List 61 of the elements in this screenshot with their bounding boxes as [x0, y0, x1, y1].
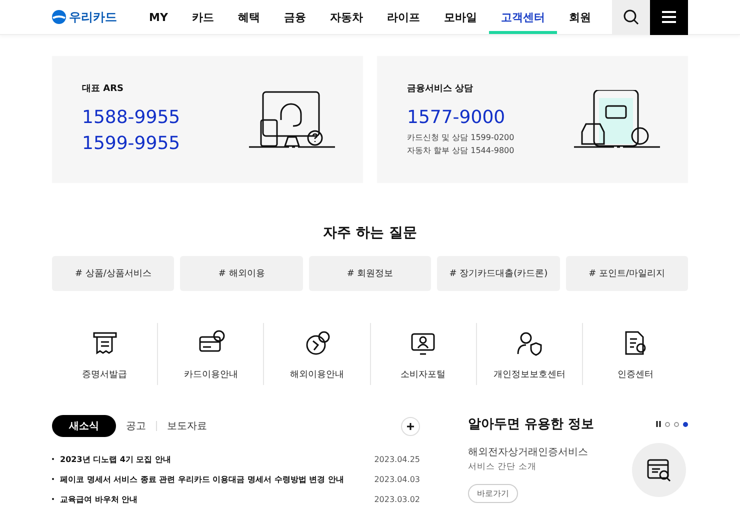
search-button[interactable] [612, 0, 650, 34]
quick-link-label: 증명서발급 [82, 369, 128, 381]
quick-link[interactable]: 해외이용안내 [263, 323, 370, 385]
menu-icon [662, 11, 676, 23]
news-date: 2023.04.25 [374, 454, 420, 464]
detail-text: 자동차 할부 상담 1544-9800 [407, 145, 514, 157]
nav-item[interactable]: 자동차 [318, 0, 375, 34]
phone-number: 1588-9955 [82, 106, 180, 130]
phone-number: 1599-9955 [82, 132, 180, 156]
news-link[interactable]: 페이코 명세서 서비스 종료 관련 우리카드 이용대금 명세서 수령방법 변경 안내 [60, 474, 344, 484]
card-title: 대표 ARS [82, 83, 125, 95]
news-link[interactable]: 2023년 디노랩 4기 모집 안내 [60, 454, 171, 464]
info-title: 해외전자상거래인증서비스 [468, 446, 588, 459]
logo-text: 우리카드 [69, 8, 117, 26]
news-tab[interactable]: 새소식 [52, 415, 116, 437]
faq-tag[interactable]: # 상품/상품서비스 [52, 256, 174, 291]
quick-link[interactable]: 카드이용안내 [157, 323, 264, 385]
logo-icon [52, 10, 66, 24]
go-button[interactable]: 바로가기 [468, 484, 518, 503]
quick-link[interactable]: 증명서발급 [52, 323, 158, 385]
faq-tag[interactable]: # 장기카드대출(카드론) [437, 256, 560, 291]
news-tab[interactable]: 보도자료 [157, 415, 217, 437]
news-date: 2023.04.03 [374, 474, 420, 484]
nav-item[interactable]: 카드 [180, 0, 226, 34]
plus-icon [407, 422, 414, 430]
quick-link[interactable]: 개인정보보호센터 [476, 323, 582, 385]
faq-tag[interactable]: # 포인트/마일리지 [566, 256, 688, 291]
nav-item[interactable]: 혜택 [226, 0, 272, 34]
nav-item[interactable]: MY [137, 0, 180, 34]
news-tab[interactable]: 공고 [116, 415, 156, 437]
nav-item[interactable]: 금융 [272, 0, 318, 34]
phone-number: 1577-9000 [407, 106, 506, 130]
quick-link-label: 인증센터 [617, 369, 654, 381]
quick-link-label: 소비자포털 [400, 369, 446, 381]
news-link[interactable]: 교육급여 바우처 안내 [60, 494, 138, 504]
section-title: 자주 하는 질문 [322, 224, 418, 242]
quick-link-label: 카드이용안내 [184, 369, 238, 381]
detail-text: 카드신청 및 상담 1599-0200 [407, 132, 514, 144]
nav-item[interactable]: 모바일 [432, 0, 489, 34]
info-subtitle: 서비스 간단 소개 [468, 461, 538, 473]
nav-item[interactable]: 회원 [556, 0, 603, 34]
faq-tag[interactable]: # 회원정보 [308, 256, 432, 291]
quick-link[interactable]: 인증센터 [582, 323, 688, 385]
card-title: 금융서비스 상담 [407, 83, 474, 95]
carousel-dot[interactable] [674, 422, 679, 426]
document-search-icon [646, 457, 672, 483]
nav-item[interactable]: 라이프 [374, 0, 432, 34]
faq-tag[interactable]: # 해외이용 [180, 256, 303, 291]
quick-link-label: 해외이용안내 [290, 369, 344, 381]
section-title: 알아두면 유용한 정보 [468, 416, 594, 433]
pause-icon[interactable] [656, 421, 661, 427]
quick-link[interactable]: 소비자포털 [370, 323, 476, 385]
logo[interactable]: 우리카드 [52, 8, 137, 26]
nav-item[interactable]: 고객센터 [488, 0, 557, 34]
carousel-dot[interactable] [665, 422, 670, 426]
more-button[interactable] [401, 416, 420, 436]
menu-button[interactable] [650, 0, 688, 34]
quick-link-label: 개인정보보호센터 [493, 369, 566, 381]
search-icon [623, 9, 639, 25]
news-date: 2023.03.02 [374, 494, 420, 504]
carousel-dot[interactable] [683, 422, 688, 426]
